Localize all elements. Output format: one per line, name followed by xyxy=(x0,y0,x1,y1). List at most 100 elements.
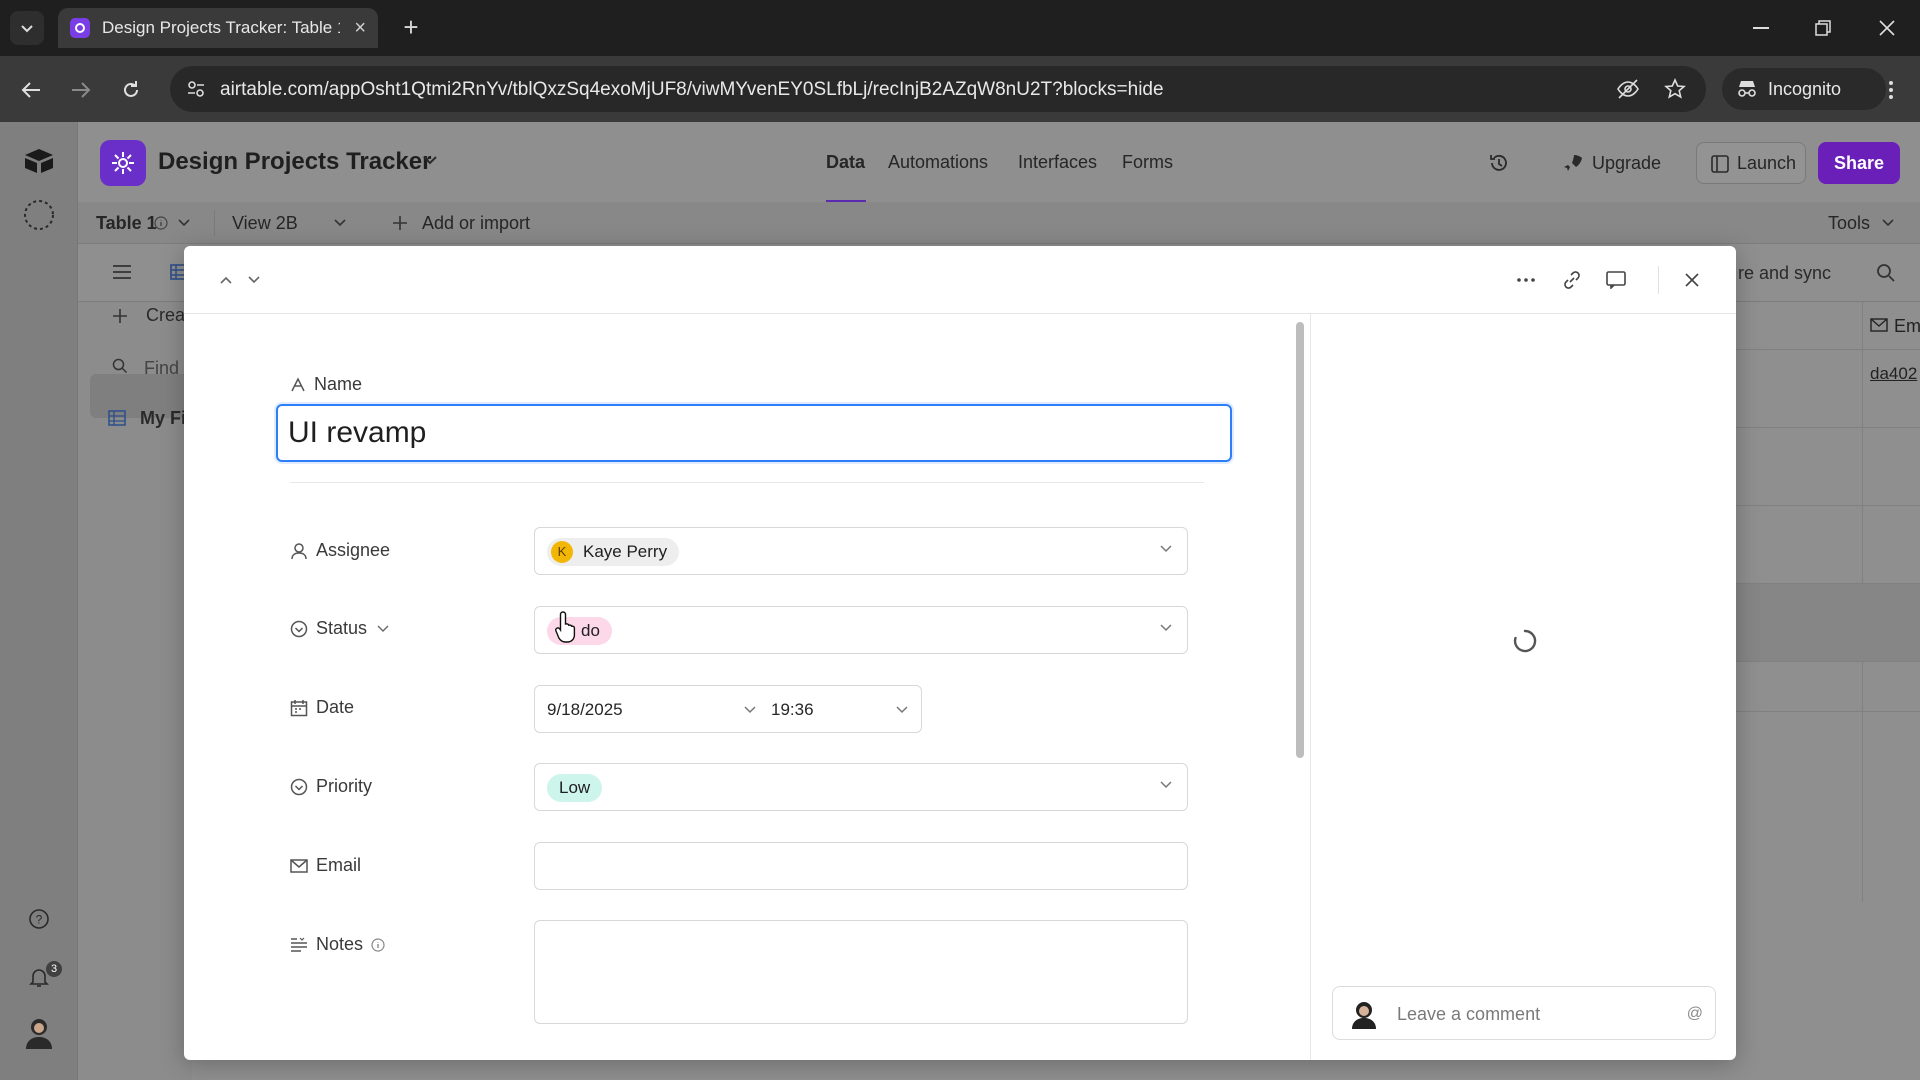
chevron-down-icon[interactable] xyxy=(1882,218,1894,228)
assignee-select[interactable]: K Kaye Perry xyxy=(534,527,1188,575)
history-icon[interactable] xyxy=(1488,152,1510,174)
star-icon[interactable] xyxy=(1664,78,1686,100)
chevron-down-icon[interactable] xyxy=(1159,544,1173,554)
time-value[interactable]: 19:36 xyxy=(771,700,814,720)
create-view-button[interactable]: Crea xyxy=(146,305,185,326)
workspace-spinner-icon[interactable] xyxy=(22,198,56,232)
divider xyxy=(1310,314,1311,1060)
browser-menu-icon[interactable] xyxy=(1876,75,1906,105)
name-input[interactable]: UI revamp xyxy=(276,404,1232,462)
date-input[interactable]: 9/18/2025 19:36 xyxy=(534,685,922,733)
status-field-label[interactable]: Status xyxy=(290,618,397,639)
back-icon[interactable] xyxy=(16,75,46,105)
date-value[interactable]: 9/18/2025 xyxy=(547,700,623,720)
left-rail: ? 3 xyxy=(0,122,78,1080)
view-tab[interactable]: View 2B xyxy=(232,213,298,234)
scrollbar[interactable] xyxy=(1296,322,1304,758)
notes-textarea[interactable] xyxy=(534,920,1188,1024)
divider xyxy=(290,482,1204,483)
priority-chip[interactable]: Low xyxy=(547,774,603,802)
user-icon xyxy=(291,542,307,559)
site-settings-icon[interactable] xyxy=(186,79,206,99)
tools-menu[interactable]: Tools xyxy=(1828,213,1870,234)
close-icon[interactable] xyxy=(1680,268,1704,292)
hand-cursor-icon xyxy=(555,611,576,643)
assignee-chip[interactable]: K Kaye Perry xyxy=(547,538,680,566)
assignee-field-label: Assignee xyxy=(290,540,390,561)
hamburger-menu-icon[interactable] xyxy=(112,264,132,280)
chevron-down-icon[interactable] xyxy=(1159,623,1173,633)
chevron-down-icon[interactable] xyxy=(895,705,909,715)
share-button[interactable]: Share xyxy=(1818,142,1900,184)
grid-header-row xyxy=(1736,302,1920,350)
browser-tab[interactable]: Design Projects Tracker: Table 1 × xyxy=(58,8,378,48)
copy-link-icon[interactable] xyxy=(1560,268,1584,292)
incognito-badge[interactable]: Incognito xyxy=(1722,68,1886,110)
launch-button[interactable]: Launch xyxy=(1696,142,1806,184)
close-window-icon[interactable] xyxy=(1872,14,1902,42)
user-avatar[interactable] xyxy=(22,1016,56,1050)
notes-field-label: Notes xyxy=(290,934,393,955)
email-cell-value[interactable]: da402 xyxy=(1870,364,1917,384)
gear-flower-icon xyxy=(112,152,134,174)
tab-interfaces[interactable]: Interfaces xyxy=(1018,152,1097,173)
single-select-icon xyxy=(290,778,308,795)
avatar: K xyxy=(551,541,573,563)
next-record-icon[interactable] xyxy=(242,268,266,292)
email-icon xyxy=(1870,318,1888,332)
help-icon[interactable]: ? xyxy=(22,902,56,936)
base-name[interactable]: Design Projects Tracker xyxy=(158,148,431,176)
svg-text:?: ? xyxy=(36,913,43,927)
upgrade-label: Upgrade xyxy=(1592,153,1662,173)
upgrade-button[interactable]: Upgrade xyxy=(1546,144,1675,182)
comment-input[interactable]: Leave a comment @ xyxy=(1332,986,1716,1040)
base-icon[interactable] xyxy=(100,140,146,186)
date-field-label: Date xyxy=(290,697,354,718)
tab-automations[interactable]: Automations xyxy=(888,152,988,173)
assignee-name: Kaye Perry xyxy=(583,542,668,561)
chevron-down-icon[interactable] xyxy=(377,625,389,633)
airtable-logo-icon[interactable] xyxy=(22,144,56,178)
forward-icon[interactable] xyxy=(66,75,96,105)
tab-search-button[interactable] xyxy=(10,11,44,45)
email-column-header[interactable]: Em xyxy=(1894,316,1920,337)
rocket-icon xyxy=(1564,155,1582,171)
status-select[interactable]: do xyxy=(534,606,1188,654)
plus-icon[interactable] xyxy=(112,308,128,324)
tab-data[interactable]: Data xyxy=(826,152,865,173)
eye-off-icon[interactable] xyxy=(1616,78,1640,100)
omnibox[interactable]: airtable.com/appOsht1Qtmi2RnYv/tblQxzSq4… xyxy=(170,66,1706,112)
search-icon[interactable] xyxy=(1876,263,1896,283)
previous-record-icon[interactable] xyxy=(214,268,238,292)
info-icon[interactable] xyxy=(154,216,168,230)
add-or-import-button[interactable]: Add or import xyxy=(422,213,530,234)
chevron-down-icon[interactable] xyxy=(422,154,438,166)
close-tab-icon[interactable]: × xyxy=(354,18,366,38)
restore-icon[interactable] xyxy=(1808,14,1838,42)
chevron-down-icon[interactable] xyxy=(178,218,190,228)
mention-icon[interactable]: @ xyxy=(1687,1005,1703,1023)
sidebar-item-my-view[interactable]: My Fi xyxy=(140,408,186,429)
reload-icon[interactable] xyxy=(116,75,146,105)
chevron-down-icon[interactable] xyxy=(743,705,757,715)
tab-forms[interactable]: Forms xyxy=(1122,152,1173,173)
new-tab-button[interactable]: + xyxy=(396,12,426,42)
search-icon[interactable] xyxy=(112,358,128,374)
long-text-icon xyxy=(291,937,307,952)
more-options-icon[interactable] xyxy=(1514,268,1538,292)
url-text: airtable.com/appOsht1Qtmi2RnYv/tblQxzSq4… xyxy=(220,79,1164,100)
email-icon xyxy=(290,858,308,873)
chevron-down-icon[interactable] xyxy=(334,218,346,228)
incognito-icon xyxy=(1738,81,1756,97)
minimize-icon[interactable] xyxy=(1746,14,1776,42)
comments-panel-icon[interactable] xyxy=(1604,268,1628,292)
view-sidebar: Crea Find My Fi xyxy=(78,302,200,1080)
find-view-input[interactable]: Find xyxy=(144,358,179,379)
email-input[interactable] xyxy=(534,842,1188,890)
chevron-down-icon[interactable] xyxy=(1159,780,1173,790)
info-icon[interactable] xyxy=(371,937,385,952)
priority-select[interactable]: Low xyxy=(534,763,1188,811)
plus-icon[interactable] xyxy=(392,215,408,231)
share-and-sync-label[interactable]: re and sync xyxy=(1738,263,1831,284)
table-tab[interactable]: Table 1 xyxy=(96,213,157,234)
